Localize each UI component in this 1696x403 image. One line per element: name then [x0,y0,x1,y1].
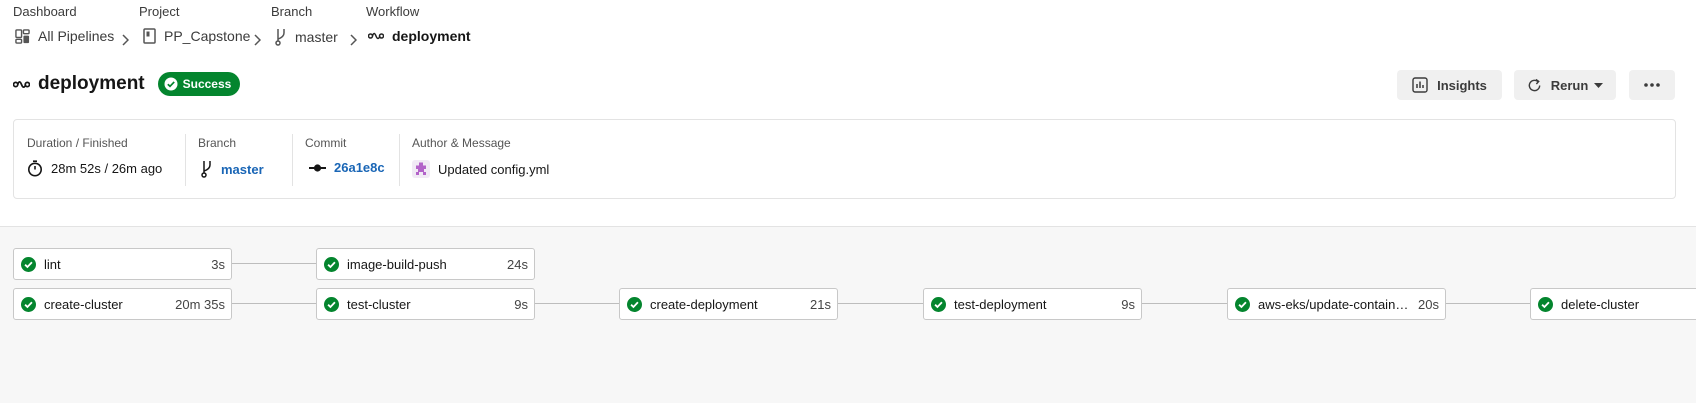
commit-column: Commit 26a1e8c [292,120,399,198]
workflow-link[interactable]: deployment [368,28,471,44]
workflow-info-panel: Duration / Finished 28m 52s / 26m ago Br… [13,119,1676,199]
job-duration: 20m 35s [175,296,225,312]
job-duration: 24s [507,256,528,272]
job-name: test-deployment [954,296,1047,312]
edge-test-cluster-create-deployment [535,303,619,304]
job-create-deployment[interactable]: create-deployment 21s [619,288,838,320]
job-name: aws-eks/update-container-image [1258,296,1412,312]
duration-label: Duration / Finished [27,136,128,150]
breadcrumb-branch-label: Branch [271,4,313,19]
caret-down-icon [1594,82,1604,88]
commit-icon [309,163,326,172]
branch-link[interactable]: master [221,162,264,177]
dashboard-icon [15,28,30,44]
chevron-right-icon [254,34,261,46]
rerun-icon [1528,78,1541,91]
job-name: test-cluster [347,296,411,312]
author-column: Author & Message Updated config.yml [399,120,699,198]
check-circle-icon [164,77,178,91]
edge-create-cluster-test-cluster [232,303,316,304]
job-duration: 9s [1121,296,1135,312]
job-duration: 20s [1418,296,1439,312]
more-dots-icon [1644,83,1660,87]
stopwatch-icon [28,160,42,177]
insights-icon [1412,77,1428,93]
rerun-label: Rerun [1550,77,1589,93]
success-check-icon [21,296,36,312]
branch-column: Branch master [185,120,292,198]
project-icon [143,28,156,44]
job-name: image-build-push [347,256,447,272]
workflow-icon [13,80,30,88]
job-lint[interactable]: lint 3s [13,248,232,280]
commit-value: 26a1e8c [309,160,385,175]
insights-label: Insights [1437,77,1487,93]
branch-icon [201,161,211,178]
success-check-icon [21,256,36,272]
job-name: delete-cluster [1561,296,1640,312]
chevron-right-icon [122,34,129,46]
branch-text: master [295,29,338,45]
job-test-deployment[interactable]: test-deployment 9s [923,288,1142,320]
job-aws-eks-update-container-image[interactable]: aws-eks/update-container-image 20s [1227,288,1446,320]
edge-test-deployment-update-container [1142,303,1227,304]
commit-link[interactable]: 26a1e8c [334,160,385,175]
branch-label: Branch [198,136,237,150]
author-label: Author & Message [412,136,511,150]
job-name: create-cluster [44,296,123,312]
job-name: lint [44,256,61,272]
duration-value: 28m 52s / 26m ago [27,160,162,177]
duration-column: Duration / Finished 28m 52s / 26m ago [14,120,185,198]
job-duration: 3s [211,256,225,272]
project-text: PP_Capstone [164,28,251,44]
breadcrumb-project: Project PP_Capstone [139,4,250,44]
branch-icon [275,29,285,46]
edge-create-deployment-test-deployment [838,303,923,304]
page-title: deployment [38,73,145,94]
edge-update-container-delete-cluster [1446,303,1530,304]
breadcrumb-dashboard-label: Dashboard [13,4,77,19]
breadcrumb-workflow: Workflow deployment [366,4,471,44]
success-check-icon [1235,296,1250,312]
insights-button[interactable]: Insights [1397,70,1502,100]
status-text: Success [182,77,232,91]
job-test-cluster[interactable]: test-cluster 9s [316,288,535,320]
success-check-icon [931,296,946,312]
author-value: Updated config.yml [412,160,549,178]
job-delete-cluster[interactable]: delete-cluster [1530,288,1696,320]
workflow-text: deployment [392,28,471,44]
job-image-build-push[interactable]: image-build-push 24s [316,248,535,280]
job-duration: 9s [514,296,528,312]
all-pipelines-text: All Pipelines [38,28,115,44]
edge-lint-image-build-push [232,263,316,264]
avatar [412,160,430,178]
more-options-button[interactable] [1629,70,1675,100]
job-name: create-deployment [650,296,758,312]
commit-label: Commit [305,136,347,150]
duration-text: 28m 52s / 26m ago [51,161,163,176]
success-check-icon [627,296,642,312]
workflow-icon [368,32,384,40]
breadcrumb-dashboard: Dashboard All Pipelines [13,4,114,44]
all-pipelines-link[interactable]: All Pipelines [15,28,114,44]
job-duration: 21s [810,296,831,312]
success-check-icon [324,296,339,312]
success-check-icon [324,256,339,272]
project-link[interactable]: PP_Capstone [143,28,250,44]
workflow-graph: lint 3s image-build-push 24s create-clus… [0,226,1696,403]
chevron-right-icon [350,34,357,46]
breadcrumb-workflow-label: Workflow [366,4,420,19]
status-badge: Success [157,72,241,96]
job-create-cluster[interactable]: create-cluster 20m 35s [13,288,232,320]
breadcrumb-branch: Branch master [271,4,338,46]
breadcrumb-project-label: Project [139,4,180,19]
success-check-icon [1538,296,1553,312]
branch-value: master [201,160,264,178]
commit-message: Updated config.yml [438,161,550,177]
rerun-button[interactable]: Rerun [1514,70,1616,100]
page-header: deployment Success [13,70,241,98]
branch-link[interactable]: master [275,28,338,46]
